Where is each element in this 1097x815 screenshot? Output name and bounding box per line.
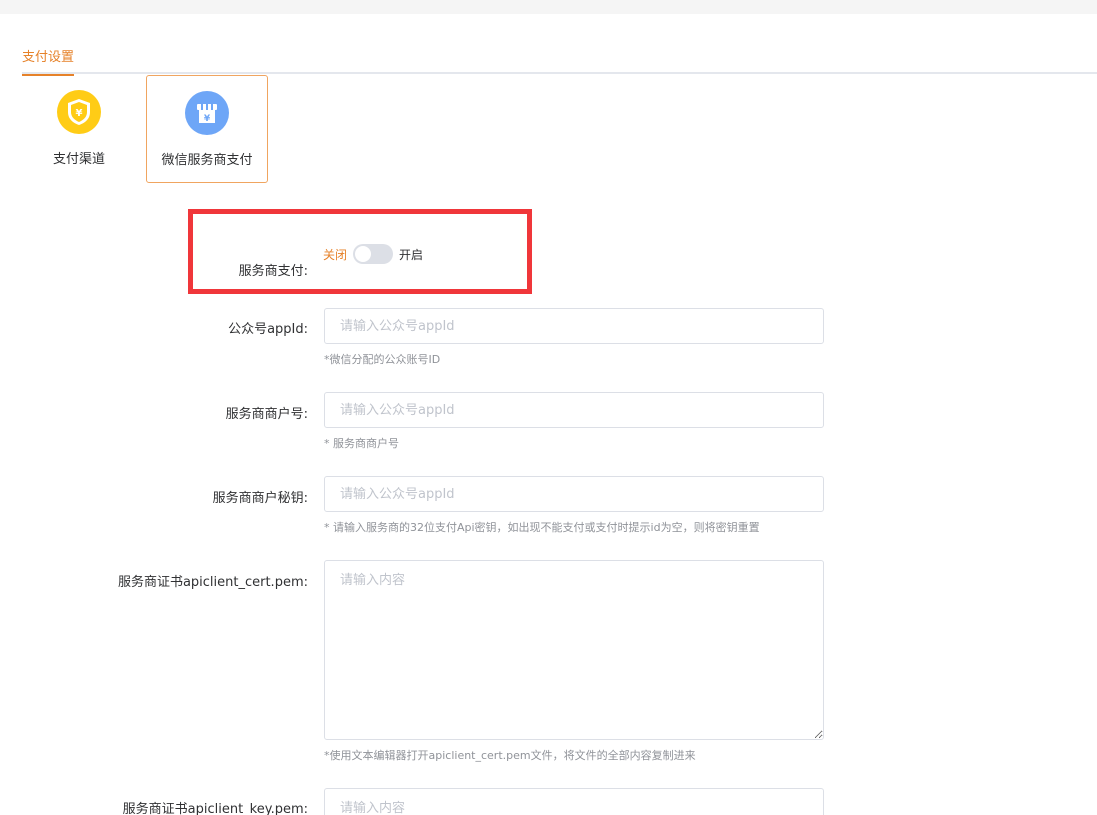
svg-text:¥: ¥ xyxy=(76,108,83,119)
key-label: 服务商证书apiclient_key.pem: xyxy=(122,802,308,815)
tab-bar: 支付设置 xyxy=(22,14,1097,76)
service-pay-label: 服务商支付: xyxy=(238,264,308,279)
svg-text:¥: ¥ xyxy=(204,114,211,124)
switch-on-label: 开启 xyxy=(399,247,424,262)
mch-id-label: 服务商商户号: xyxy=(225,407,308,422)
shop-yuan-icon: ¥ xyxy=(185,91,229,135)
switch-off-label: 关闭 xyxy=(323,247,348,262)
cert-textarea[interactable] xyxy=(324,560,824,740)
channel-payment[interactable]: ¥ 支付渠道 xyxy=(18,75,140,183)
tab-payment-settings[interactable]: 支付设置 xyxy=(22,46,75,76)
cert-hint: *使用文本编辑器打开apiclient_cert.pem文件，将文件的全部内容复… xyxy=(324,749,696,762)
cert-label: 服务商证书apiclient_cert.pem: xyxy=(117,575,308,590)
channel-label: 微信服务商支付 xyxy=(161,153,253,168)
service-pay-toggle[interactable] xyxy=(353,244,394,264)
appid-input[interactable] xyxy=(324,308,824,344)
mch-id-input[interactable] xyxy=(324,392,824,428)
mch-id-hint: * 服务商商户号 xyxy=(324,437,399,450)
channel-label: 支付渠道 xyxy=(52,152,105,167)
channel-wechat-service[interactable]: ¥ 微信服务商支付 xyxy=(146,75,268,183)
key-textarea[interactable] xyxy=(324,788,824,815)
service-pay-switch-group: 关闭 开启 xyxy=(323,244,423,264)
mch-key-label: 服务商商户秘钥: xyxy=(212,491,308,506)
mch-key-input[interactable] xyxy=(324,476,824,512)
mch-key-hint: * 请输入服务商的32位支付Api密钥，如出现不能支付或支付时提示id为空，则将… xyxy=(324,521,760,534)
appid-hint: *微信分配的公众账号ID xyxy=(324,353,441,366)
appid-label: 公众号appId: xyxy=(228,322,308,337)
shield-yuan-icon: ¥ xyxy=(57,90,101,134)
